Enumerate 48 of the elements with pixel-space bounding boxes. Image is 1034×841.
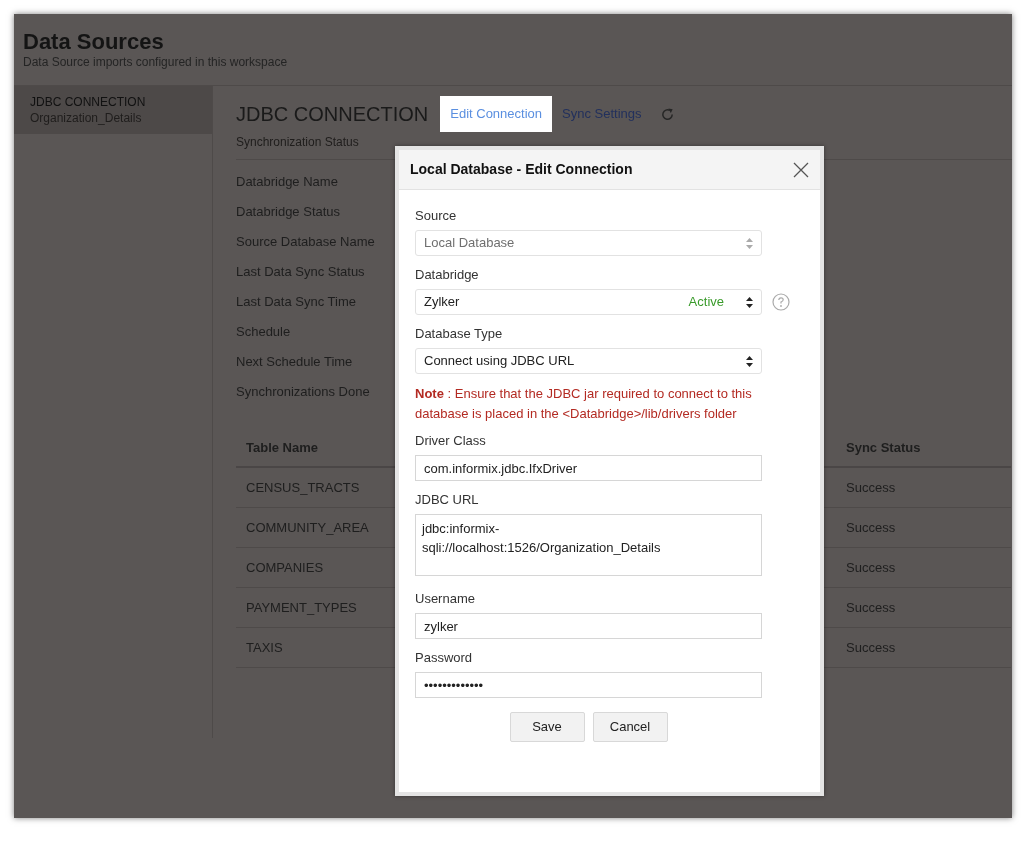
field-label: Database Type (415, 325, 504, 343)
field-label: Username (415, 590, 476, 608)
table-cell-text: Success (846, 478, 896, 497)
info-label: Databridge Status (236, 203, 341, 221)
table-cell-text: TAXIS (246, 638, 283, 657)
connection-heading: JDBC CONNECTION (236, 102, 429, 127)
table-cell-text: PAYMENT_TYPES (246, 598, 357, 617)
input-field[interactable]: zylker (415, 613, 762, 639)
field-label: Databridge (415, 266, 480, 284)
dialog-title: Local Database - Edit Connection (410, 160, 633, 179)
field-label: Driver Class (415, 432, 487, 450)
page-title: Data Sources (23, 29, 165, 55)
select-arrows-icon (746, 355, 753, 367)
table-cell-text: Success (846, 598, 896, 617)
input-field[interactable]: com.informix.jdbc.IfxDriver (415, 455, 762, 481)
close-icon (793, 161, 809, 178)
table-cell-text: COMMUNITY_AREA (246, 518, 369, 537)
info-label: Last Data Sync Status (236, 263, 365, 281)
select-arrows-icon (746, 237, 753, 249)
column-header: Table Name (246, 438, 318, 457)
section-label: Synchronization Status (236, 134, 359, 151)
help-icon[interactable] (772, 293, 790, 311)
password-field[interactable]: ••••••••••••• (415, 672, 762, 698)
info-label: Databridge Name (236, 173, 338, 191)
table-cell-text: CENSUS_TRACTS (246, 478, 360, 497)
select-field[interactable]: Connect using JDBC URL (415, 348, 762, 374)
table-cell-text: Success (846, 638, 896, 657)
close-button[interactable] (792, 160, 810, 179)
dialog-button[interactable]: Cancel (592, 712, 668, 742)
select-field[interactable]: Zylker Active (415, 289, 762, 315)
info-label: Synchronizations Done (236, 383, 370, 401)
info-label: Last Data Sync Time (236, 293, 356, 311)
refresh-icon (660, 106, 675, 122)
info-label: Next Schedule Time (236, 353, 353, 371)
status-label: Active (688, 293, 724, 312)
select-arrows-icon (746, 296, 753, 308)
note-text: Note : Ensure that the JDBC jar required to connect to this database is placed in the <Databridge>/lib/drivers folder (415, 385, 753, 423)
field-label: Password (415, 649, 474, 667)
table-cell-text: Success (846, 558, 896, 577)
info-label: Source Database Name (236, 233, 375, 251)
field-label: JDBC URL (415, 491, 480, 509)
table-cell-text: COMPANIES (246, 558, 324, 577)
dialog-button[interactable]: Save (509, 712, 585, 742)
field-label: Source (415, 207, 458, 225)
table-cell-text: Success (846, 518, 896, 537)
info-label: Schedule (236, 323, 291, 341)
textarea-field[interactable]: jdbc:informix-sqli://localhost:1526/Organization_Details (415, 514, 762, 576)
column-header: Sync Status (846, 438, 921, 457)
